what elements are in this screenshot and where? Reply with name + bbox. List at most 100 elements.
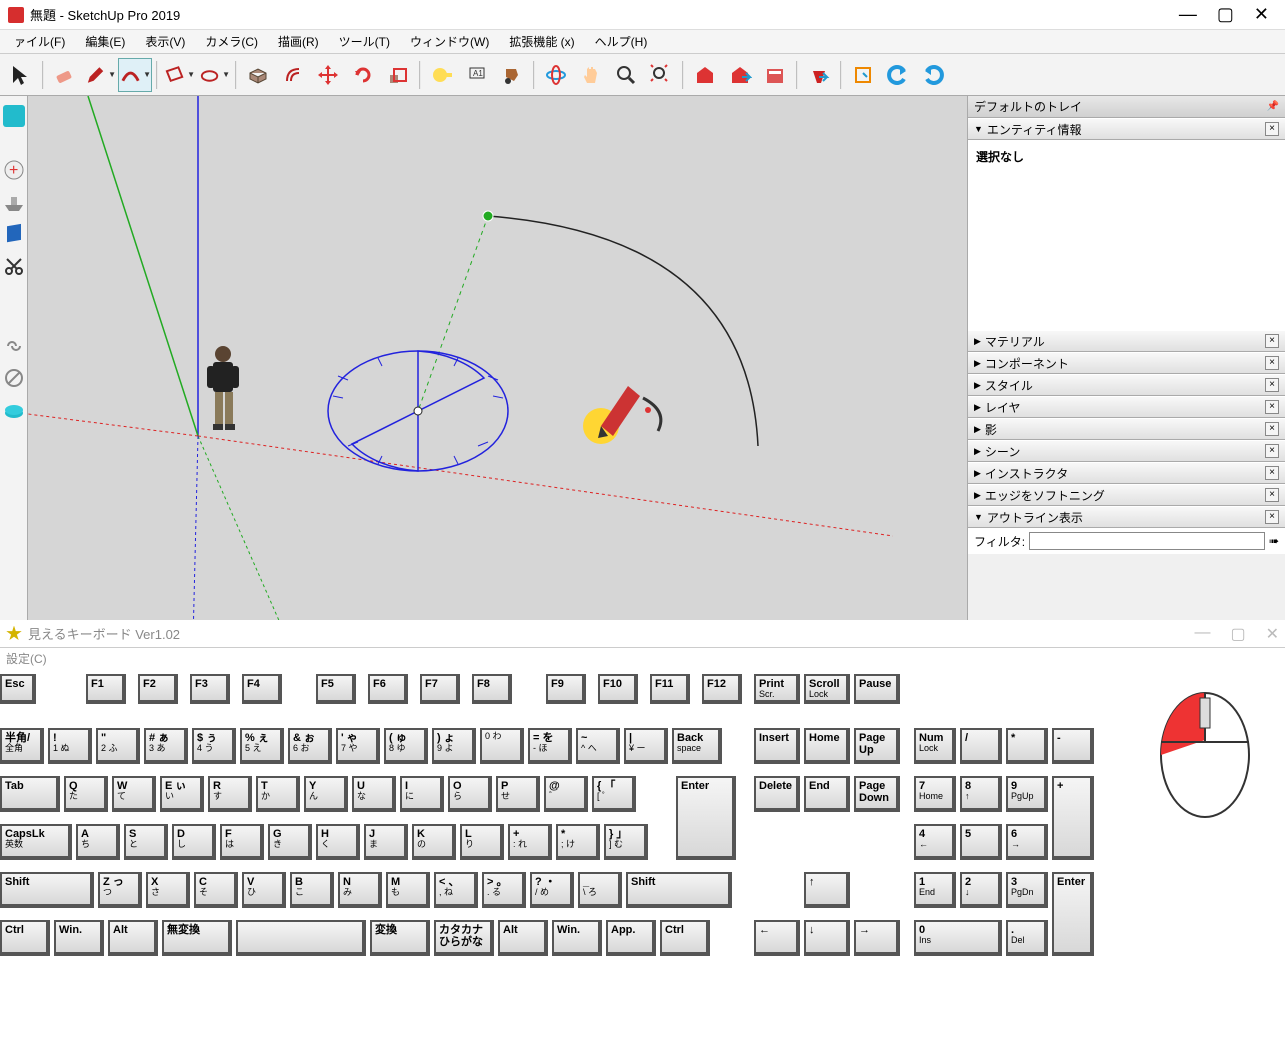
key-np1-3[interactable]: -: [1052, 728, 1094, 764]
key-backspace[interactable]: Backspace: [672, 728, 722, 764]
circle-tool[interactable]: ▼: [197, 58, 231, 92]
key-num9[interactable]: ) ょ9 よ: [432, 728, 476, 764]
kb-menu[interactable]: 設定(C): [0, 648, 1285, 670]
key-z10[interactable]: _\ ろ: [578, 872, 622, 908]
key-q3[interactable]: Rす: [208, 776, 252, 812]
close-icon[interactable]: ×: [1265, 466, 1279, 480]
panel-materials[interactable]: ▶マテリアル×: [968, 330, 1285, 352]
key-a1[interactable]: Sと: [124, 824, 168, 860]
key-q7[interactable]: Iに: [400, 776, 444, 812]
key-b5[interactable]: 変換: [370, 920, 430, 956]
key-arrow0[interactable]: ←: [754, 920, 800, 956]
ext-warehouse-tool[interactable]: [758, 58, 792, 92]
key-b0[interactable]: Ctrl: [0, 920, 50, 956]
key-f12[interactable]: F12: [702, 674, 742, 704]
lt-ship-icon[interactable]: [2, 190, 26, 214]
key-nav2-1[interactable]: End: [804, 776, 850, 812]
panel-instructor[interactable]: ▶インストラクタ×: [968, 462, 1285, 484]
key-np3-0[interactable]: 4←: [914, 824, 956, 860]
key-up[interactable]: ↑: [804, 872, 850, 908]
key-np1-1[interactable]: /: [960, 728, 1002, 764]
pin-icon[interactable]: 📌: [1267, 101, 1279, 112]
key-arrow1[interactable]: ↓: [804, 920, 850, 956]
key-nav1-1[interactable]: Home: [804, 728, 850, 764]
key-f6[interactable]: F6: [368, 674, 408, 704]
lt-sky-icon[interactable]: [2, 104, 26, 128]
key-a5[interactable]: Hく: [316, 824, 360, 860]
rotate-tool[interactable]: [346, 58, 380, 92]
panel-layers[interactable]: ▶レイヤ×: [968, 396, 1285, 418]
menu-ext[interactable]: 拡張機能 (x): [499, 31, 584, 52]
panel-components[interactable]: ▶コンポーネント×: [968, 352, 1285, 374]
key-a0[interactable]: Aち: [76, 824, 120, 860]
key-f3[interactable]: F3: [190, 674, 230, 704]
rectangle-tool[interactable]: ▼: [162, 58, 196, 92]
key-num2[interactable]: "2 ふ: [96, 728, 140, 764]
key-np-plus[interactable]: +: [1052, 776, 1094, 860]
key-a8[interactable]: Lり: [460, 824, 504, 860]
select-tool[interactable]: [4, 58, 38, 92]
close-button[interactable]: ✕: [1254, 4, 1269, 25]
key-q4[interactable]: Tか: [256, 776, 300, 812]
key-z5[interactable]: Nみ: [338, 872, 382, 908]
key-q9[interactable]: Pせ: [496, 776, 540, 812]
paint-tool[interactable]: [495, 58, 529, 92]
key-np3-1[interactable]: 5: [960, 824, 1002, 860]
redo-tool[interactable]: [916, 58, 950, 92]
key-z6[interactable]: Mも: [386, 872, 430, 908]
close-icon[interactable]: ×: [1265, 356, 1279, 370]
key-f4[interactable]: F4: [242, 674, 282, 704]
panel-outliner[interactable]: ▼アウトライン表示×: [968, 506, 1285, 528]
key-q5[interactable]: Yん: [304, 776, 348, 812]
menu-file[interactable]: ァイル(F): [4, 31, 75, 52]
key-num8[interactable]: ( ゅ8 ゆ: [384, 728, 428, 764]
lt-link-icon[interactable]: [2, 334, 26, 358]
key-num3[interactable]: # ぁ3 あ: [144, 728, 188, 764]
key-a7[interactable]: Kの: [412, 824, 456, 860]
key-np2-0[interactable]: 7Home: [914, 776, 956, 812]
key-q8[interactable]: Oら: [448, 776, 492, 812]
key-num12[interactable]: ~^ へ: [576, 728, 620, 764]
key-num7[interactable]: ' ゃ7 や: [336, 728, 380, 764]
key-np3-2[interactable]: 6→: [1006, 824, 1048, 860]
key-fr0[interactable]: PrintScr.: [754, 674, 800, 704]
minimize-button[interactable]: —: [1179, 4, 1197, 25]
close-icon[interactable]: ×: [1265, 488, 1279, 502]
key-a10[interactable]: *; け: [556, 824, 600, 860]
key-f1[interactable]: F1: [86, 674, 126, 704]
key-np4-1[interactable]: 2↓: [960, 872, 1002, 908]
key-q0[interactable]: Qた: [64, 776, 108, 812]
key-np-enter[interactable]: Enter: [1052, 872, 1094, 956]
eraser-tool[interactable]: [48, 58, 82, 92]
key-b10[interactable]: Ctrl: [660, 920, 710, 956]
key-q10[interactable]: @゛: [544, 776, 588, 812]
menu-camera[interactable]: カメラ(C): [195, 31, 268, 52]
key-fr2[interactable]: Pause: [854, 674, 900, 704]
key-q6[interactable]: Uな: [352, 776, 396, 812]
arc-tool[interactable]: ▼: [118, 58, 152, 92]
key-arrow2[interactable]: →: [854, 920, 900, 956]
key-f5[interactable]: F5: [316, 674, 356, 704]
pencil-tool[interactable]: ▼: [83, 58, 117, 92]
key-esc[interactable]: Esc: [0, 674, 36, 704]
key-b8[interactable]: Win.: [552, 920, 602, 956]
viewport[interactable]: [28, 96, 967, 641]
key-a3[interactable]: Fは: [220, 824, 264, 860]
key-tab[interactable]: Tab: [0, 776, 60, 812]
menu-help[interactable]: ヘルプ(H): [585, 31, 658, 52]
close-icon[interactable]: ×: [1265, 334, 1279, 348]
key-b2[interactable]: Alt: [108, 920, 158, 956]
key-np1-0[interactable]: NumLock: [914, 728, 956, 764]
key-np-del[interactable]: .Del: [1006, 920, 1048, 956]
close-icon[interactable]: ×: [1265, 422, 1279, 436]
close-icon[interactable]: ×: [1265, 444, 1279, 458]
key-num10[interactable]: 0 わ: [480, 728, 524, 764]
key-b7[interactable]: Alt: [498, 920, 548, 956]
move-tool[interactable]: [311, 58, 345, 92]
key-z4[interactable]: Bこ: [290, 872, 334, 908]
key-np4-2[interactable]: 3PgDn: [1006, 872, 1048, 908]
key-z7[interactable]: < 、, ね: [434, 872, 478, 908]
key-a11[interactable]: } 」] む: [604, 824, 648, 860]
key-a6[interactable]: Jま: [364, 824, 408, 860]
key-np2-1[interactable]: 8↑: [960, 776, 1002, 812]
